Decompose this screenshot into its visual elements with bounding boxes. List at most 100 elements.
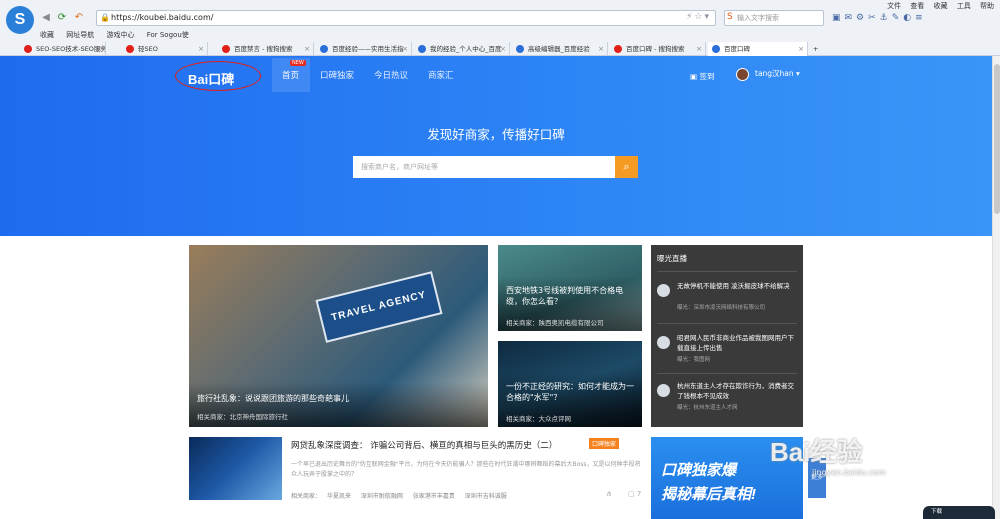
toolbar-icons[interactable]: ▣✉⚙✂⚓✎◐≡ [832, 13, 927, 23]
tab-favicon-icon [222, 45, 230, 53]
chevron-down-icon: ▾ [796, 69, 800, 78]
tab-close-icon[interactable]: × [402, 42, 408, 56]
live-item-meta: 曝光：杭州东道主人才网 [677, 405, 738, 411]
live-item-text[interactable]: 杭州东道主人才存在欺诈行为，消费者交了钱根本不见成效 [677, 381, 799, 401]
nav-home[interactable]: 首页 [282, 69, 299, 81]
address-bar[interactable]: 🔒 https://koubei.baidu.com/ ⚡☆▾ [96, 10, 716, 26]
card-title[interactable]: 旅行社乱象：说说跟团旅游的那些奇葩事儿 [197, 393, 349, 404]
address-tools-icon[interactable]: ⚡☆▾ [686, 12, 711, 22]
bookmark-favorites[interactable]: 收藏 [40, 31, 54, 39]
browser-logo-icon[interactable]: S [6, 6, 34, 34]
tab-close-icon[interactable]: × [96, 42, 102, 56]
avatar [657, 336, 670, 349]
banner-line2: 揭秘幕后真相! [661, 486, 756, 503]
comment-count[interactable]: ▢ 7 [628, 490, 641, 498]
tab-favicon-icon [712, 45, 720, 53]
tab-favicon-icon [320, 45, 328, 53]
hero-search-button[interactable]: ⌕ [615, 156, 638, 178]
tab-2[interactable]: 百度禁言 - 搜狗搜索 × [218, 42, 314, 56]
related-link[interactable]: 深圳市耐航融网 [361, 493, 403, 500]
article-thumbnail[interactable] [189, 437, 282, 500]
tab-4[interactable]: 我的经验_个人中心_百度 × [414, 42, 510, 56]
watermark-logo: Bai经验 [770, 437, 863, 467]
live-item-meta: 曝光：深圳市凌沃网络科技有限公司 [677, 305, 766, 311]
featured-card-big[interactable]: TRAVEL AGENCY 旅行社乱象：说说跟团旅游的那些奇葩事儿 相关商家：北… [189, 245, 488, 427]
hero-banner: Bai口碑 首页 口碑独家 今日热议 商家汇 NEW ▣ 签到 tang汉han… [0, 56, 992, 236]
tab-strip: SEO-SEO技术-SEO服务 × 轻SEO × 百度禁言 - 搜狗搜索 × 百度经验… [0, 42, 1000, 56]
lock-icon: 🔒 [100, 13, 110, 22]
featured-card-metro[interactable]: 西安地铁3号线被判使用不合格电缆，你怎么看？ 相关商家：陕西奥凯电缆有限公司 [498, 245, 642, 331]
featured-card-shuijun[interactable]: 一份不正经的研究：如何才能成为一合格的"水军"？ 相关商家：大众点评网 [498, 341, 642, 427]
exposure-live-panel: 曝光直播 无故停机不能使用 凌沃掘皮球不给解决 曝光：深圳市凌沃网络科技有限公司… [651, 245, 803, 427]
back-icon[interactable]: ◀ [40, 12, 52, 24]
page-scrollbar[interactable] [992, 56, 1000, 519]
tab-3[interactable]: 百度经验——实用生活指 × [316, 42, 412, 56]
brand-logo[interactable]: Bai口碑 [188, 69, 234, 88]
refresh-icon[interactable]: ⟳ [56, 12, 68, 24]
related-label: 相关商家： [291, 493, 322, 500]
menu-help[interactable]: 帮助 [980, 2, 994, 10]
divider [657, 323, 797, 324]
related-link[interactable]: 张家港市丰嘉贵 [413, 493, 455, 500]
tab-6[interactable]: 百度口碑 - 搜狗搜索 × [610, 42, 706, 56]
hero-search-input[interactable]: 搜索商户名，商户网址等 [353, 156, 615, 178]
tab-close-icon[interactable]: × [696, 42, 702, 56]
tab-close-icon[interactable]: × [598, 42, 604, 56]
related-link[interactable]: 华夏凯来 [327, 493, 351, 500]
tab-5[interactable]: 高级编辑器_百度经验 × [512, 42, 608, 56]
live-heading: 曝光直播 [657, 254, 687, 263]
bookmarks-bar: 收藏 网址导航 游戏中心 For Sogou使 [40, 30, 199, 40]
card-meta: 相关商家：大众点评网 [506, 415, 571, 423]
browser-chrome: S ◀ ⟳ ↶ 🔒 https://koubei.baidu.com/ ⚡☆▾ … [0, 0, 1000, 56]
undo-icon[interactable]: ↶ [73, 12, 85, 24]
tab-close-icon[interactable]: × [500, 42, 506, 56]
live-item-text[interactable]: 无故停机不能使用 凌沃掘皮球不给解决 [677, 281, 799, 291]
avatar[interactable] [736, 68, 749, 81]
browser-search-input[interactable]: S 输入文字搜索 [724, 10, 824, 26]
live-item-meta: 曝光：我图网 [677, 357, 711, 363]
username-menu[interactable]: tang汉han ▾ [755, 68, 800, 79]
tab-favicon-icon [418, 45, 426, 53]
tab-close-icon[interactable]: × [304, 42, 310, 56]
watermark-url: jingyan.baidu.com [812, 468, 886, 477]
nav-hot-topics[interactable]: 今日热议 [374, 69, 408, 81]
related-merchants: 相关商家： 华夏凯来 深圳市耐航融网 张家港市丰嘉贵 深圳市吉科诚服 [291, 491, 507, 500]
card-title[interactable]: 一份不正经的研究：如何才能成为一合格的"水军"？ [506, 381, 636, 403]
menu-bar: 文件 查看 收藏 工具 帮助 [880, 1, 994, 11]
menu-view[interactable]: 查看 [910, 2, 924, 10]
bookmark-sogou[interactable]: For Sogou使 [147, 31, 189, 39]
bookmark-games[interactable]: 游戏中心 [106, 31, 134, 39]
share-icon[interactable]: ⋔ [606, 490, 612, 498]
nav-merchants[interactable]: 商家汇 [428, 69, 454, 81]
new-tab-button[interactable]: + [810, 42, 824, 56]
divider [657, 373, 797, 374]
article-summary: 一个早已退出历史舞台的"伪互联网金融"平台，为何在今天仍能骗人？那些在时代狂潮中… [291, 461, 641, 478]
card-meta: 相关商家：北京神舟国际旅行社 [197, 413, 288, 421]
new-badge: NEW [290, 60, 306, 66]
tab-close-icon[interactable]: × [798, 42, 804, 56]
tab-1[interactable]: 轻SEO × [122, 42, 208, 56]
comment-icon: ▢ [628, 490, 637, 498]
menu-favorites[interactable]: 收藏 [934, 2, 948, 10]
card-title[interactable]: 西安地铁3号线被判使用不合格电缆，你怎么看？ [506, 285, 631, 307]
tab-close-icon[interactable]: × [198, 42, 204, 56]
menu-file[interactable]: 文件 [887, 2, 901, 10]
signin-button[interactable]: ▣ 签到 [690, 71, 714, 82]
tab-favicon-icon [614, 45, 622, 53]
tab-favicon-icon [24, 45, 32, 53]
tab-0[interactable]: SEO-SEO技术-SEO服务 × [20, 42, 106, 56]
article-tag[interactable]: 口碑独家 [589, 438, 620, 449]
tab-favicon-icon [516, 45, 524, 53]
corner-download-widget[interactable]: 下载 [923, 506, 995, 519]
live-item-text[interactable]: 昭君网人民币非商业作品被我图网用户下载直接上传出售 [677, 333, 799, 353]
menu-tools[interactable]: 工具 [957, 2, 971, 10]
related-link[interactable]: 深圳市吉科诚服 [465, 493, 507, 500]
storefront-sign: TRAVEL AGENCY [315, 271, 443, 343]
url-text: https://koubei.baidu.com/ [111, 13, 214, 22]
hero-slogan: 发现好商家，传播好口碑 [427, 127, 565, 142]
nav-exclusive[interactable]: 口碑独家 [320, 69, 354, 81]
tab-7-active[interactable]: 百度口碑 × [708, 42, 808, 56]
bookmark-nav[interactable]: 网址导航 [66, 31, 94, 39]
article-title[interactable]: 网贷乱象深度调查： 诈骗公司背后、横亘的真相与巨头的黑历史（二） [291, 439, 557, 451]
scroll-thumb[interactable] [994, 64, 1000, 214]
